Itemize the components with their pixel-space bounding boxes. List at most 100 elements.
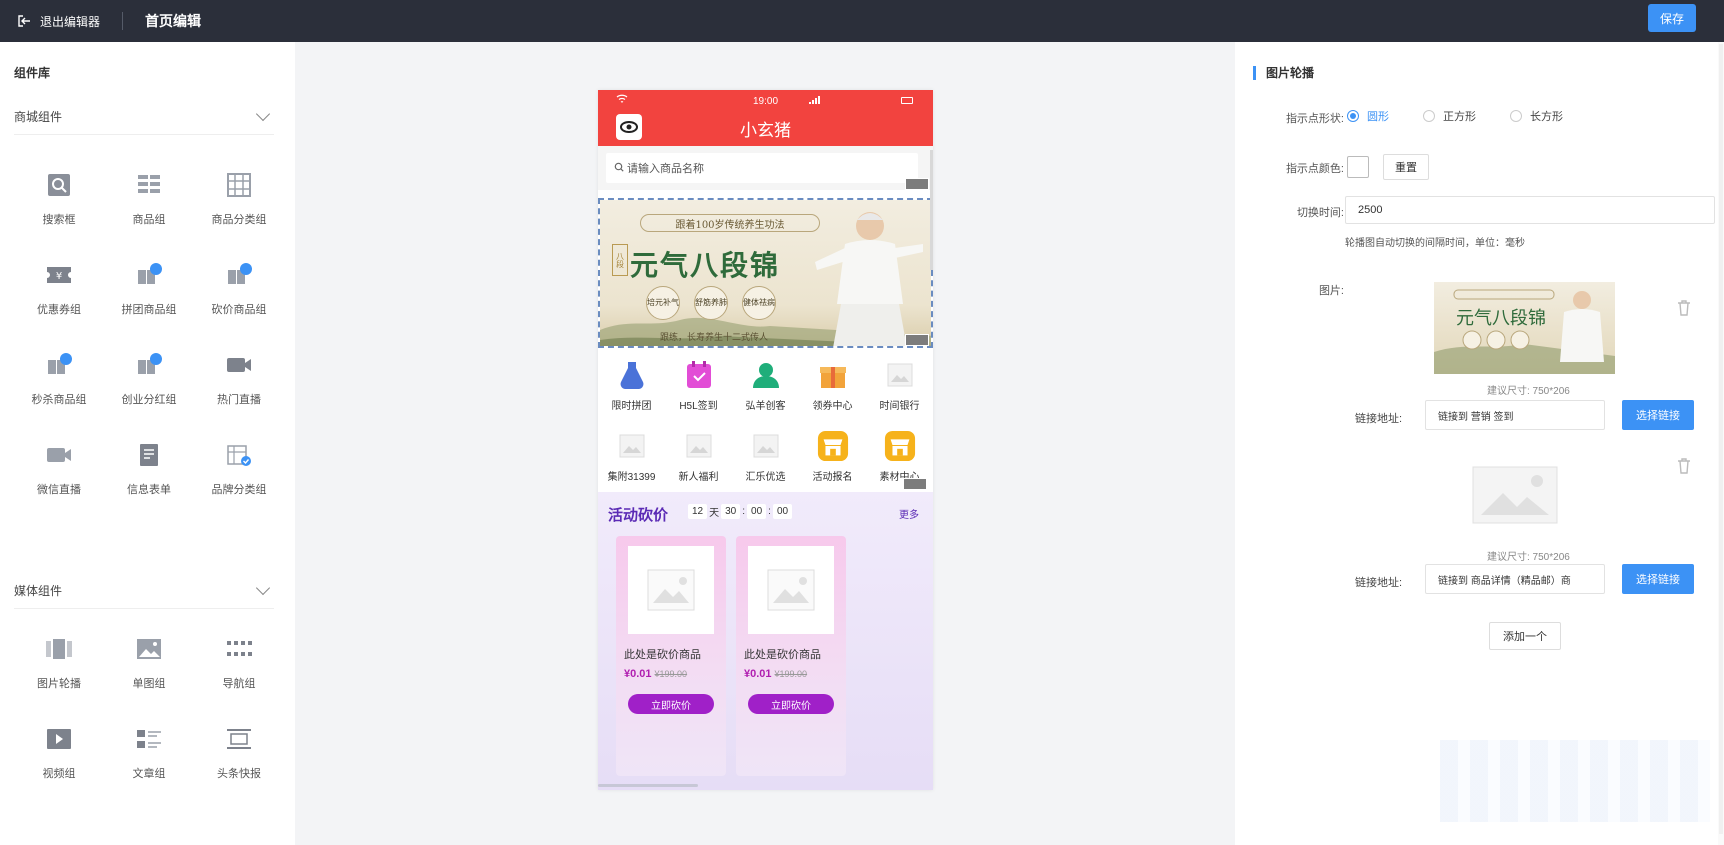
nav-item[interactable]: 新人福利 (665, 420, 732, 492)
component-form[interactable]: 信息表单 (104, 424, 194, 514)
color-swatch[interactable] (1347, 156, 1369, 178)
dot-shape-radio-group: 圆形 正方形 长方形 (1347, 108, 1563, 124)
radio-rectangle[interactable]: 长方形 (1510, 108, 1563, 124)
editor-canvas: 19:00 小玄猪 请输入商品名称 跟着100岁传统养生功法 八段 元气八段锦 (295, 42, 1235, 845)
goods-original-price: ¥199.00 (654, 669, 688, 679)
trash-icon[interactable] (1677, 300, 1691, 316)
component-tag (905, 334, 929, 346)
nav-item[interactable]: 领券中心 (799, 350, 866, 420)
category-mall-label: 商城组件 (14, 109, 63, 124)
nav-item[interactable]: 时间银行 (866, 350, 933, 420)
status-bar: 19:00 (598, 94, 933, 108)
banner-thumbnail-art: 元气八段锦 (1434, 289, 1615, 374)
carousel-banner[interactable]: 跟着100岁传统养生功法 八段 元气八段锦 培元补气 舒筋养肺 健体祛病 跟练，… (598, 198, 933, 348)
nav-item[interactable]: 活动报名 (799, 420, 866, 492)
nav-item[interactable]: 限时拼团 (598, 350, 665, 420)
radio-dot (1423, 110, 1435, 122)
nav-item[interactable]: H5L签到 (665, 350, 732, 420)
banner-circle: 培元补气 (646, 286, 680, 320)
carousel-image-thumbnail[interactable]: 元气八段锦 (1434, 282, 1615, 374)
component-dividend[interactable]: 创业分红组 (104, 334, 194, 424)
component-article[interactable]: 文章组 (104, 708, 194, 798)
shop-name: 小玄猪 (740, 121, 791, 140)
component-label: 拼团商品组 (121, 304, 177, 316)
interval-hint: 轮播图自动切换的间隔时间，单位：毫秒 (1345, 238, 1525, 249)
component-brand-category[interactable]: 品牌分类组 (194, 424, 284, 514)
radio-label: 圆形 (1367, 111, 1389, 123)
component-carousel[interactable]: 图片轮播 (14, 618, 104, 708)
component-single-image[interactable]: 单图组 (104, 618, 194, 708)
status-time: 19:00 (752, 95, 779, 107)
reset-color-button[interactable]: 重置 (1383, 154, 1429, 180)
component-label: 单图组 (132, 678, 166, 690)
choose-link-button[interactable]: 选择链接 (1622, 400, 1694, 430)
empty-image-upload[interactable] (1467, 462, 1563, 534)
bargain-more-link[interactable]: 更多 (899, 506, 919, 521)
size-tip: 建议尺寸: 750*206 (1487, 386, 1570, 397)
section-title-text: 图片轮播 (1266, 66, 1315, 80)
interval-input[interactable] (1345, 196, 1715, 224)
component-video[interactable]: 视频组 (14, 708, 104, 798)
exit-editor-button[interactable]: 退出编辑器 (0, 0, 100, 42)
choose-link-button[interactable]: 选择链接 (1622, 564, 1694, 594)
component-bargain[interactable]: 砍价商品组 (194, 244, 284, 334)
library-title: 组件库 (14, 66, 51, 80)
add-image-button[interactable]: 添加一个 (1489, 622, 1561, 650)
mall-components-grid: 搜索框 商品组 商品分类组 ¥ 优惠券组 拼团商品组 砍价商品组 秒杀商品组 创 (14, 154, 284, 514)
nav-item[interactable]: 集附31399 (598, 420, 665, 492)
timer-seconds: 00 (772, 504, 793, 519)
bargain-now-button[interactable]: 立即砍价 (628, 694, 714, 714)
nav-grid-icon (224, 635, 254, 663)
component-coupon[interactable]: ¥ 优惠券组 (14, 244, 104, 334)
section-title: 图片轮播 (1253, 64, 1314, 81)
component-label: 图片轮播 (37, 678, 81, 690)
horizontal-scrollbar[interactable] (598, 784, 698, 787)
category-mall-header[interactable]: 商城组件 (14, 106, 274, 126)
scrollbar-thumb[interactable] (1719, 44, 1723, 834)
component-group-buy[interactable]: 拼团商品组 (104, 244, 194, 334)
component-label: 文章组 (132, 768, 166, 780)
category-media-header[interactable]: 媒体组件 (14, 580, 274, 600)
nav-item[interactable]: 汇乐优选 (732, 420, 799, 492)
right-scrollbar[interactable] (1718, 42, 1724, 845)
bargain-goods-card[interactable]: 此处是砍价商品 ¥0.01 ¥199.00 立即砍价 (736, 536, 846, 776)
radio-label: 长方形 (1530, 111, 1563, 123)
section-title-bar (1253, 65, 1256, 80)
topbar-divider (122, 12, 124, 30)
timer-minutes: 00 (747, 504, 767, 519)
link-input[interactable]: 链接到 营销 签到 (1425, 400, 1605, 430)
component-live[interactable]: 热门直播 (194, 334, 284, 424)
goods-price: ¥0.01 ¥199.00 (624, 668, 687, 680)
component-label: 微信直播 (37, 484, 81, 496)
bargain-goods-card[interactable]: 此处是砍价商品 ¥0.01 ¥199.00 立即砍价 (616, 536, 726, 776)
component-goods-category[interactable]: 商品分类组 (194, 154, 284, 244)
bargain-now-button[interactable]: 立即砍价 (748, 694, 834, 714)
component-library-panel: 组件库 商城组件 搜索框 商品组 商品分类组 ¥ 优惠券组 拼团商品组 砍价商品… (0, 42, 295, 845)
trash-icon[interactable] (1677, 458, 1691, 474)
component-search[interactable]: 搜索框 (14, 154, 104, 244)
component-headline[interactable]: 头条快报 (194, 708, 284, 798)
countdown-timer: 12 天 30 : 00 : 00 (688, 504, 793, 519)
dot-color-label: 指示点颜色: (1285, 163, 1344, 175)
radio-square[interactable]: 正方形 (1423, 108, 1476, 124)
save-button[interactable]: 保存 (1648, 4, 1696, 32)
chevron-down-icon (255, 106, 271, 122)
component-nav[interactable]: 导航组 (194, 618, 284, 708)
nav-item[interactable]: 弘羊创客 (732, 350, 799, 420)
image-placeholder-icon (884, 359, 916, 391)
banner-headline: 元气八段锦 (630, 249, 781, 282)
gift-icon (817, 359, 849, 391)
nav-label: 集附31399 (607, 471, 656, 483)
component-seckill[interactable]: 秒杀商品组 (14, 334, 104, 424)
component-label: 创业分红组 (121, 394, 177, 406)
link-input[interactable]: 链接到 商品详情（精品邮）商 (1425, 564, 1605, 594)
vertical-scrollbar[interactable] (930, 150, 933, 270)
radio-circle[interactable]: 圆形 (1347, 108, 1389, 124)
component-wechat-live[interactable]: 微信直播 (14, 424, 104, 514)
phone-search-input[interactable]: 请输入商品名称 (606, 153, 918, 183)
component-goods[interactable]: 商品组 (104, 154, 194, 244)
dot-shape-label: 指示点形状: (1285, 113, 1344, 125)
bargain-icon (224, 261, 254, 289)
category-grid-icon (224, 171, 254, 199)
nav-label: 弘羊创客 (745, 400, 786, 412)
